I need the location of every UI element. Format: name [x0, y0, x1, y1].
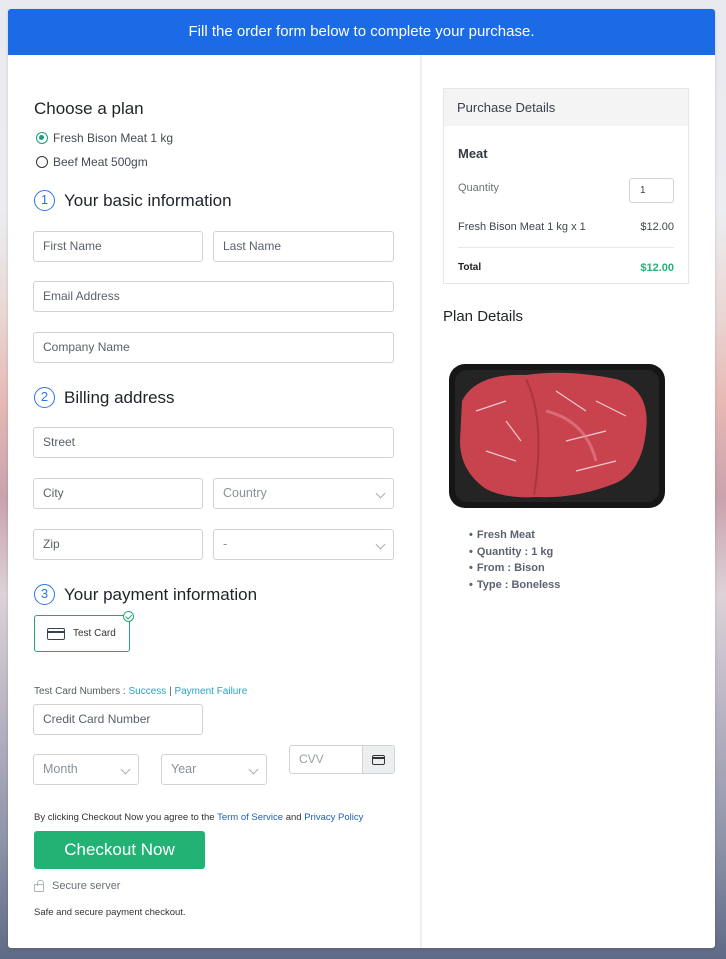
zip-input[interactable]: Zip [33, 529, 203, 560]
step-2-icon: 2 [34, 387, 55, 408]
year-value: Year [171, 762, 197, 776]
plan-option-bison[interactable]: Fresh Bison Meat 1 kg [36, 131, 173, 145]
safe-checkout-note: Safe and secure payment checkout. [34, 907, 186, 918]
total-row: Total $12.00 [458, 262, 674, 274]
line-item-label: Fresh Bison Meat 1 kg x 1 [458, 221, 586, 233]
lock-icon [34, 879, 44, 892]
basic-info-heading: 1 Your basic information [34, 190, 232, 211]
plan-feature: Fresh Meat [469, 527, 560, 544]
payment-failure-link[interactable]: Payment Failure [174, 686, 247, 697]
test-card-numbers: Test Card Numbers : Success | Payment Fa… [34, 686, 247, 697]
billing-heading: 2 Billing address [34, 387, 175, 408]
separator: | [169, 686, 172, 697]
meat-cut [460, 372, 647, 498]
plan-option-beef[interactable]: Beef Meat 500gm [36, 155, 148, 169]
city-input[interactable]: City [33, 478, 203, 509]
first-name-input[interactable]: First Name [33, 231, 203, 262]
step-1-icon: 1 [34, 190, 55, 211]
chevron-down-icon [375, 488, 386, 499]
agreement-prefix: By clicking Checkout Now you agree to th… [34, 812, 218, 823]
year-select[interactable]: Year [161, 754, 267, 785]
agreement-and: and [283, 812, 305, 823]
privacy-link[interactable]: Privacy Policy [304, 812, 363, 823]
success-link[interactable]: Success [128, 686, 166, 697]
country-value: Country [223, 486, 267, 500]
header-banner: Fill the order form below to complete yo… [8, 9, 715, 55]
street-input[interactable]: Street [33, 427, 394, 458]
last-name-input[interactable]: Last Name [213, 231, 394, 262]
company-input[interactable]: Company Name [33, 332, 394, 363]
sidebar: Purchase Details Meat Quantity 1 Fresh B… [422, 55, 715, 948]
chevron-down-icon [120, 764, 131, 775]
step-3-icon: 3 [34, 584, 55, 605]
radio-selected-icon[interactable] [36, 132, 48, 144]
plan-features-list: Fresh Meat Quantity : 1 kg From : Bison … [469, 527, 561, 594]
chevron-down-icon [375, 539, 386, 550]
credit-card-number-input[interactable]: Credit Card Number [33, 704, 203, 735]
check-circle-icon [123, 611, 134, 622]
plan-feature: From : Bison [469, 560, 560, 577]
order-form: Choose a plan Fresh Bison Meat 1 kg Beef… [8, 55, 420, 948]
credit-card-icon [47, 627, 65, 640]
cvv-card-button[interactable] [362, 746, 394, 773]
plan-feature: Quantity : 1 kg [469, 544, 560, 561]
terms-link[interactable]: Term of Service [217, 812, 283, 823]
cvv-input[interactable]: CVV [289, 745, 395, 774]
cvv-placeholder: CVV [299, 752, 324, 766]
payment-method-test-card[interactable]: Test Card [34, 611, 134, 652]
agreement-text: By clicking Checkout Now you agree to th… [34, 812, 363, 823]
plan-option-label: Beef Meat 500gm [53, 155, 148, 169]
total-label: Total [458, 262, 482, 273]
test-card-label: Test Card Numbers : [34, 686, 129, 697]
chevron-down-icon [248, 764, 259, 775]
plan-option-label: Fresh Bison Meat 1 kg [53, 131, 174, 145]
state-value: - [223, 537, 228, 551]
section-title: Your basic information [64, 190, 232, 210]
quantity-label: Quantity [458, 182, 499, 194]
product-name: Meat [458, 146, 488, 161]
payment-method-label: Test Card [73, 628, 116, 639]
plan-feature: Type : Boneless [469, 577, 561, 594]
country-select[interactable]: Country [213, 478, 394, 509]
total-divider [458, 247, 674, 248]
checkout-now-button[interactable]: Checkout Now [34, 831, 205, 869]
choose-plan-heading: Choose a plan [34, 99, 144, 118]
plan-details-heading: Plan Details [443, 308, 524, 325]
email-input[interactable]: Email Address [33, 281, 394, 312]
payment-heading: 3 Your payment information [34, 584, 257, 605]
credit-card-icon [372, 754, 385, 765]
month-value: Month [43, 762, 78, 776]
state-select[interactable]: - [213, 529, 394, 560]
section-title: Your payment information [64, 584, 258, 604]
order-form-card: Fill the order form below to complete yo… [8, 9, 715, 948]
secure-label: Secure server [52, 880, 121, 892]
section-title: Billing address [64, 387, 175, 407]
line-item-row: Fresh Bison Meat 1 kg x 1 $12.00 [458, 221, 674, 233]
month-select[interactable]: Month [33, 754, 139, 785]
purchase-details-heading: Purchase Details [444, 89, 688, 126]
secure-server: Secure server [34, 879, 121, 892]
total-value: $12.00 [640, 262, 674, 274]
quantity-input[interactable]: 1 [629, 178, 674, 203]
purchase-details-box: Purchase Details Meat Quantity 1 Fresh B… [443, 88, 689, 284]
radio-icon[interactable] [36, 156, 48, 168]
line-item-price: $12.00 [640, 221, 674, 233]
product-image [449, 364, 665, 508]
